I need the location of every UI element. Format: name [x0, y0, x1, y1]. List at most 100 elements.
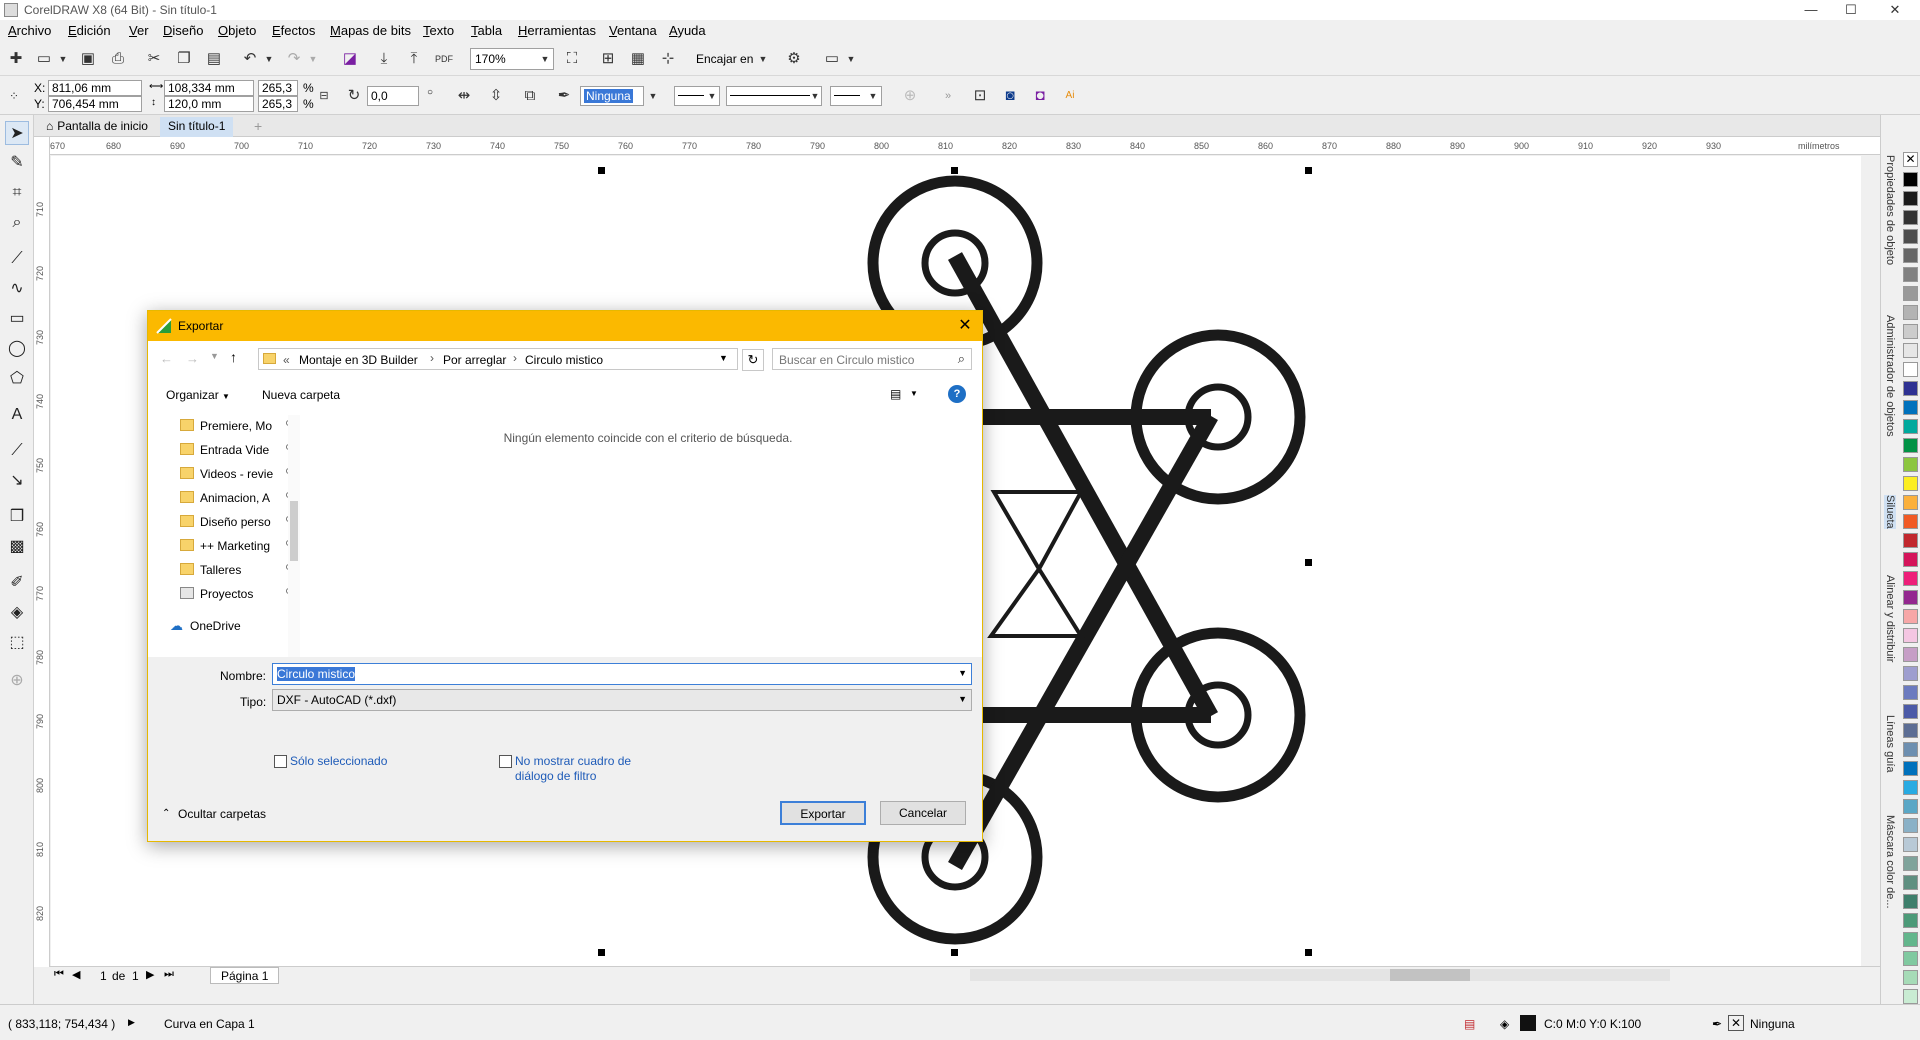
dimension-tool-icon[interactable]: ⟋: [5, 439, 29, 463]
docker-tab-contour[interactable]: Silueta: [1884, 495, 1896, 529]
selection-handle[interactable]: [1305, 167, 1312, 174]
color-swatch[interactable]: [1903, 894, 1918, 909]
search-icon[interactable]: ⌕: [958, 351, 965, 367]
snap-dropdown-icon[interactable]: ▼: [756, 49, 770, 69]
selection-handle[interactable]: [951, 949, 958, 956]
menu-ver[interactable]: Ver: [129, 23, 149, 38]
end-arrow-dropdown-icon[interactable]: ▼: [866, 86, 880, 106]
width-field[interactable]: 108,334 mm: [164, 80, 254, 96]
color-proof-icon[interactable]: ▤: [1464, 1017, 1475, 1031]
color-swatch[interactable]: [1903, 286, 1918, 301]
menu-edicion[interactable]: Edición: [68, 23, 111, 38]
view-dropdown-icon[interactable]: ▼: [910, 389, 918, 398]
color-swatch[interactable]: [1903, 932, 1918, 947]
fill-dropdown-icon[interactable]: ▼: [646, 86, 660, 106]
folder-item[interactable]: Premiere, Mo⚲: [180, 415, 300, 437]
maximize-button[interactable]: ☐: [1834, 0, 1868, 20]
color-swatch[interactable]: [1903, 856, 1918, 871]
color-swatch[interactable]: [1903, 457, 1918, 472]
copy-icon[interactable]: ❐: [174, 49, 194, 69]
application-launcher-icon[interactable]: ▭: [822, 49, 842, 69]
color-swatch[interactable]: [1903, 799, 1918, 814]
no-filter-dialog-checkbox[interactable]: [499, 755, 512, 768]
recent-locations-icon[interactable]: ▼: [210, 351, 219, 361]
breadcrumb-montaje[interactable]: Montaje en 3D Builder: [299, 353, 418, 367]
horizontal-ruler[interactable]: 670 680 690 700 710 720 730 740 750 760 …: [50, 137, 1880, 155]
name-dropdown-icon[interactable]: ▼: [958, 668, 967, 678]
eyedropper-icon[interactable]: ✐: [5, 571, 29, 595]
tab-home[interactable]: ⌂ Pantalla de inicio: [38, 117, 156, 137]
menu-archivo[interactable]: Archivo: [8, 23, 51, 38]
connector-tool-icon[interactable]: ↘: [5, 469, 29, 493]
page-1-tab[interactable]: Página 1: [210, 967, 280, 984]
color-swatch[interactable]: [1903, 210, 1918, 225]
color-swatch[interactable]: [1903, 305, 1918, 320]
save-icon[interactable]: ▣: [78, 49, 98, 69]
add-tool-icon[interactable]: ⊕: [5, 669, 29, 693]
more-options-icon[interactable]: »: [938, 86, 958, 106]
color-swatch[interactable]: [1903, 666, 1918, 681]
breadcrumb-circulo-mistico[interactable]: Circulo mistico: [525, 353, 603, 367]
menu-tabla[interactable]: Tabla: [471, 23, 502, 38]
color-swatch[interactable]: [1903, 476, 1918, 491]
docker-purple-icon[interactable]: ◘: [1030, 86, 1050, 106]
organize-button[interactable]: Organizar ▼: [166, 388, 230, 402]
menu-efectos[interactable]: Efectos: [272, 23, 315, 38]
pick-tool-icon[interactable]: ➤: [5, 121, 29, 145]
color-swatch[interactable]: [1903, 514, 1918, 529]
color-swatch[interactable]: [1903, 571, 1918, 586]
shape-tool-icon[interactable]: ✎: [5, 151, 29, 175]
folder-item[interactable]: Animacion, A⚲: [180, 487, 300, 509]
color-swatch[interactable]: [1903, 628, 1918, 643]
only-selected-checkbox[interactable]: [274, 755, 287, 768]
address-dropdown-icon[interactable]: ▼: [719, 353, 728, 363]
text-tool-icon[interactable]: A: [5, 403, 29, 427]
breadcrumb-overflow[interactable]: «: [283, 353, 290, 367]
folder-item[interactable]: Entrada Vide⚲: [180, 439, 300, 461]
selection-handle[interactable]: [1305, 949, 1312, 956]
onedrive-item[interactable]: ☁ OneDrive: [170, 615, 290, 637]
close-button[interactable]: ✕: [1878, 0, 1912, 20]
collapse-chevron-icon[interactable]: ⌃: [162, 808, 170, 819]
color-swatch[interactable]: [1903, 647, 1918, 662]
undo-dropdown-icon[interactable]: ▼: [262, 49, 276, 69]
color-swatch[interactable]: [1903, 704, 1918, 719]
full-screen-icon[interactable]: ⛶: [562, 49, 582, 69]
lock-ratio-icon[interactable]: ⊟: [314, 86, 334, 106]
nav-scroll-thumb[interactable]: [290, 501, 298, 561]
horizontal-scrollbar[interactable]: [970, 969, 1670, 981]
hide-folders-button[interactable]: Ocultar carpetas: [178, 807, 266, 821]
tab-document[interactable]: Sin título-1: [160, 117, 234, 137]
color-swatch[interactable]: [1903, 818, 1918, 833]
menu-texto[interactable]: Texto: [423, 23, 454, 38]
grid-icon[interactable]: ▦: [628, 49, 648, 69]
no-color-swatch[interactable]: ✕: [1903, 152, 1918, 167]
color-swatch[interactable]: [1903, 970, 1918, 985]
inner-hourglass[interactable]: [987, 490, 1085, 638]
new-folder-button[interactable]: Nueva carpeta: [262, 388, 340, 402]
color-swatch[interactable]: [1903, 495, 1918, 510]
publish-pdf-icon[interactable]: PDF: [434, 49, 454, 69]
color-swatch[interactable]: [1903, 723, 1918, 738]
selection-handle[interactable]: [1305, 559, 1312, 566]
breadcrumb-por-arreglar[interactable]: Por arreglar: [443, 353, 506, 367]
color-swatch[interactable]: [1903, 362, 1918, 377]
folder-item[interactable]: Diseño perso⚲: [180, 511, 300, 533]
cancel-button[interactable]: Cancelar: [880, 801, 966, 825]
docker-blue-icon[interactable]: ◙: [1000, 86, 1020, 106]
search-content-icon[interactable]: ◪: [340, 49, 360, 69]
outline-pen-icon[interactable]: ✒: [554, 86, 574, 106]
quick-trace-icon[interactable]: ⊡: [970, 86, 990, 106]
next-page-icon[interactable]: ▶: [146, 968, 154, 981]
export-button[interactable]: Exportar: [780, 801, 866, 825]
color-swatch[interactable]: [1903, 438, 1918, 453]
smart-fill-icon[interactable]: ⬚: [5, 631, 29, 655]
docker-tab-align-distribute[interactable]: Alinear y distribuir: [1884, 575, 1896, 662]
color-swatch[interactable]: [1903, 780, 1918, 795]
scale-width-field[interactable]: 265,3: [258, 80, 298, 96]
forward-arrow-icon[interactable]: →: [186, 351, 199, 366]
menu-ayuda[interactable]: Ayuda: [669, 23, 706, 38]
back-arrow-icon[interactable]: ←: [160, 351, 173, 366]
y-position-field[interactable]: 706,454 mm: [48, 96, 142, 112]
refresh-icon[interactable]: ↻: [742, 349, 764, 371]
